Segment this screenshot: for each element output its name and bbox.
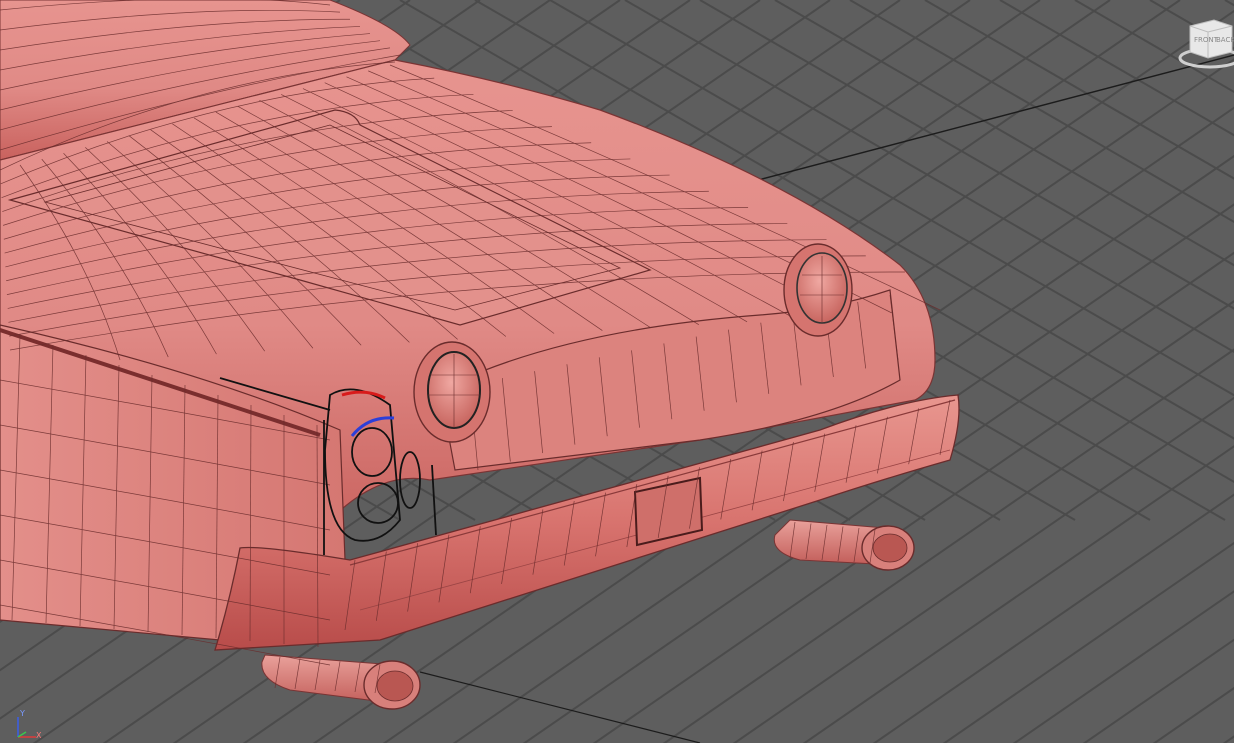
scene-canvas[interactable] (0, 0, 1234, 743)
grid-line (1012, 590, 1234, 743)
grid-line (1149, 0, 1234, 50)
tail-lamp-right (783, 243, 853, 337)
axis-y-label: Y (20, 709, 25, 718)
tail-lamp-left (413, 341, 491, 443)
world-axis-line (719, 54, 1234, 191)
world-axis-line (419, 671, 701, 743)
grid-line (999, 0, 1234, 137)
axis-tripod-icon: Y X (6, 707, 46, 741)
exhaust-pipe-left (261, 654, 421, 710)
exhaust-pipe-right (773, 519, 915, 571)
view-cube-icon[interactable]: FRONT BACK (1174, 14, 1234, 74)
view-cube-face-back[interactable]: BACK (1216, 36, 1234, 44)
grid-line (924, 0, 1234, 180)
3d-viewport[interactable]: FRONT BACK Y X (0, 0, 1234, 743)
axis-x-label: X (36, 731, 42, 740)
grid-line (1152, 686, 1234, 743)
view-cube-face-front[interactable]: FRONT (1194, 36, 1218, 44)
grid-line (1082, 638, 1234, 743)
car-body-mesh[interactable] (0, 0, 960, 694)
